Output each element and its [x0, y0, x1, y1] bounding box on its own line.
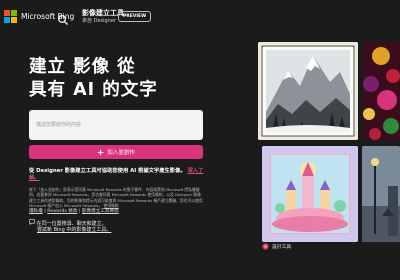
- app-subtitle: 來自 Designer: [82, 18, 116, 24]
- sparkle-icon: [97, 148, 105, 156]
- hero-heading-line1: 建立 影像 從: [29, 57, 136, 77]
- sample-image-street[interactable]: [362, 146, 400, 242]
- designer-icon: [262, 243, 269, 250]
- sample-image-ornaments[interactable]: [363, 42, 400, 140]
- create-button-label: 加入並創作: [107, 150, 135, 156]
- sample-image-mountain[interactable]: [258, 42, 358, 140]
- top-bar: Microsoft Bing 影像建立工具 來自 Designer PREVIE…: [0, 0, 400, 33]
- try-bing-link[interactable]: 嘗試新 Bing 中的影像建立工具。: [37, 227, 111, 233]
- tip-line2: 嘗試新 Bing 中的影像建立工具。: [37, 226, 111, 233]
- preview-badge: PREVIEW: [118, 11, 152, 22]
- description: 從 Designer 影像建立工具可協助您使用 AI 根據文字產生影像。 深入了…: [29, 168, 205, 182]
- rewards-terms-link[interactable]: Rewards 條款: [47, 209, 77, 214]
- sample-image-castle[interactable]: [262, 146, 358, 242]
- microsoft-logo[interactable]: [4, 10, 18, 24]
- designer-tool-label[interactable]: 設計工具: [262, 243, 291, 250]
- search-icon[interactable]: [57, 11, 69, 25]
- privacy-link[interactable]: 隱私權: [29, 209, 43, 214]
- prompt-input[interactable]: [29, 110, 203, 140]
- hero-heading-line2: 具有 AI 的文字: [29, 80, 158, 100]
- creator-terms-link[interactable]: 影像建立工具條款: [82, 209, 119, 214]
- legal-text: 按下「加入並創作」即表示您同意 Microsoft Rewards 的電子郵件、…: [29, 187, 204, 209]
- footer-links: 隱私權 | Rewards 條款 | 影像建立工具條款: [29, 209, 119, 214]
- chat-icon: [29, 219, 37, 227]
- hero-heading: 建立 影像 從 具有 AI 的文字: [29, 56, 158, 102]
- designer-label-text: 設計工具: [272, 245, 292, 250]
- join-and-create-button[interactable]: 加入並創作: [29, 145, 203, 159]
- description-text: 從 Designer 影像建立工具可協助您使用 AI 根據文字產生影像。: [29, 168, 186, 174]
